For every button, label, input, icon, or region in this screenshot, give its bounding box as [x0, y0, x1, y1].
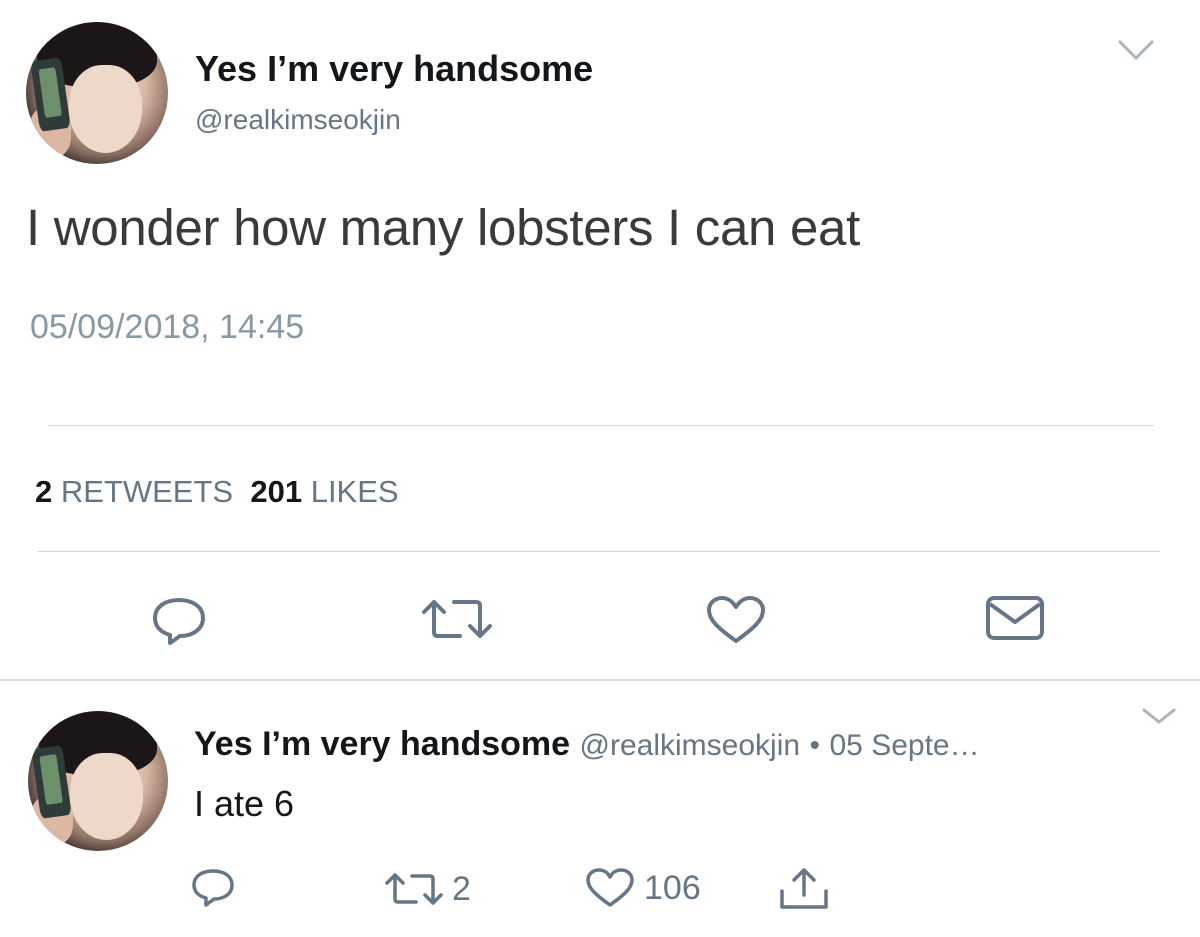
like-button[interactable]: 106 — [584, 867, 701, 909]
share-icon — [780, 868, 828, 909]
like-icon — [586, 868, 634, 907]
likes-stat[interactable]: 201 LIKES — [250, 474, 398, 509]
retweets-label: RETWEETS — [60, 474, 234, 509]
divider — [48, 425, 1154, 426]
reply-header: Yes I’m very handsome @realkimseokjin • … — [194, 725, 980, 764]
retweet-icon — [385, 873, 443, 905]
reply-date: 05 Septe… — [829, 729, 980, 762]
reply-button[interactable] — [146, 592, 212, 648]
retweet-button[interactable] — [420, 594, 494, 644]
handle[interactable]: @realkimseokjin — [195, 104, 401, 136]
retweet-count: 2 — [452, 869, 471, 908]
display-name[interactable]: Yes I’m very handsome — [194, 725, 570, 763]
engagement-stats: 2 RETWEETS 201 LIKES — [35, 474, 399, 510]
reply-icon — [192, 869, 234, 907]
likes-label: LIKES — [310, 474, 399, 509]
chevron-down-icon[interactable] — [1116, 36, 1156, 64]
like-count: 106 — [644, 868, 701, 907]
share-button[interactable] — [776, 865, 832, 913]
reply-icon — [153, 598, 205, 645]
retweets-count: 2 — [35, 474, 53, 509]
tweet-text: I ate 6 — [194, 783, 295, 824]
divider — [38, 551, 1160, 552]
message-button[interactable] — [984, 594, 1046, 642]
avatar[interactable] — [26, 22, 168, 164]
like-button[interactable] — [704, 594, 768, 646]
retweets-stat[interactable]: 2 RETWEETS — [35, 474, 233, 509]
retweet-button[interactable]: 2 — [384, 869, 471, 909]
separator-dot: • — [809, 729, 821, 762]
reply-tweet[interactable]: Yes I’m very handsome @realkimseokjin • … — [0, 681, 1200, 937]
main-tweet: Yes I’m very handsome @realkimseokjin I … — [0, 0, 1200, 680]
reply-button[interactable] — [190, 867, 236, 909]
display-name[interactable]: Yes I’m very handsome — [195, 48, 593, 90]
tweet-text: I wonder how many lobsters I can eat — [26, 199, 860, 256]
handle[interactable]: @realkimseokjin — [580, 729, 801, 762]
like-icon — [707, 596, 765, 643]
message-icon — [986, 596, 1044, 640]
chevron-down-icon[interactable] — [1140, 705, 1178, 727]
timestamp: 05/09/2018, 14:45 — [30, 308, 305, 346]
likes-count: 201 — [250, 474, 303, 509]
avatar[interactable] — [28, 711, 168, 851]
retweet-icon — [422, 600, 492, 638]
